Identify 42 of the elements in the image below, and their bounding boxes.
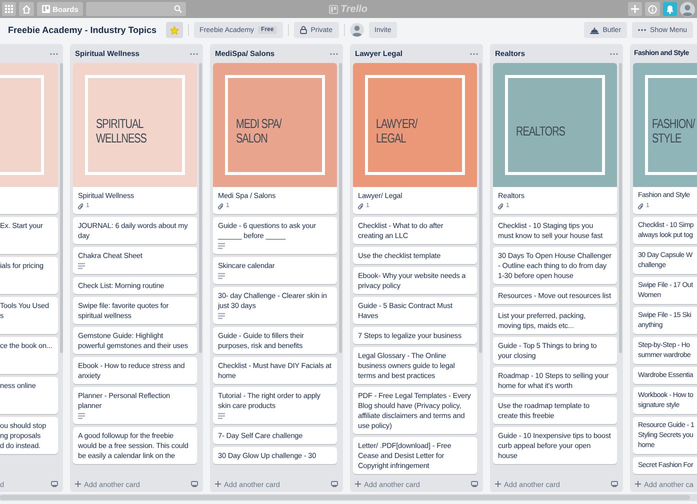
cover-heading: SPIRITUAL WELLNESS: [96, 118, 146, 146]
cover-heading: REALTORS: [516, 124, 565, 140]
card-template-icon[interactable]: [611, 481, 618, 487]
card-template-icon[interactable]: [331, 481, 338, 487]
paperclip-icon: [498, 202, 504, 210]
search-field[interactable]: [86, 2, 186, 16]
home-button[interactable]: [19, 2, 34, 16]
plus-icon: [635, 481, 641, 487]
horizontal-scrollbar[interactable]: [0, 494, 697, 501]
cover-heading: MEDI SPA/ SALON: [236, 118, 282, 146]
info-button[interactable]: [645, 2, 660, 16]
card[interactable]: [0, 63, 58, 214]
home-icon: [22, 4, 31, 14]
logo-icon: [329, 4, 338, 14]
card-template-icon[interactable]: [471, 481, 478, 487]
plus-icon: [355, 481, 361, 487]
plus-icon: [495, 481, 501, 487]
paperclip-icon: [218, 202, 224, 210]
grid-icon: [5, 5, 13, 13]
paperclip-icon: [78, 202, 84, 210]
plus-icon: [631, 5, 639, 13]
card-template-icon[interactable]: [191, 481, 198, 487]
star-button[interactable]: [166, 22, 183, 38]
paperclip-icon: [358, 202, 364, 210]
avatar[interactable]: [350, 23, 364, 37]
search-icon: [174, 5, 182, 13]
lock-icon: [300, 26, 307, 34]
board-title: Freebie Academy - Industry Topics: [8, 25, 157, 35]
butler-icon: [590, 26, 599, 34]
apps-button[interactable]: [2, 2, 16, 16]
bell-icon: [666, 4, 674, 14]
plus-icon: [75, 481, 81, 487]
add-button[interactable]: [628, 2, 642, 16]
paperclip-icon: [638, 202, 644, 210]
card-template-icon[interactable]: [51, 481, 58, 487]
info-icon: [648, 4, 657, 14]
board-icon: [42, 5, 50, 13]
notifications-button[interactable]: [663, 2, 677, 16]
cover-heading: LAWYER/ LEGAL: [376, 118, 418, 146]
cover-heading: FASHION/ STYLE: [652, 118, 695, 146]
avatar[interactable]: [680, 2, 695, 16]
plus-icon: [215, 481, 221, 487]
